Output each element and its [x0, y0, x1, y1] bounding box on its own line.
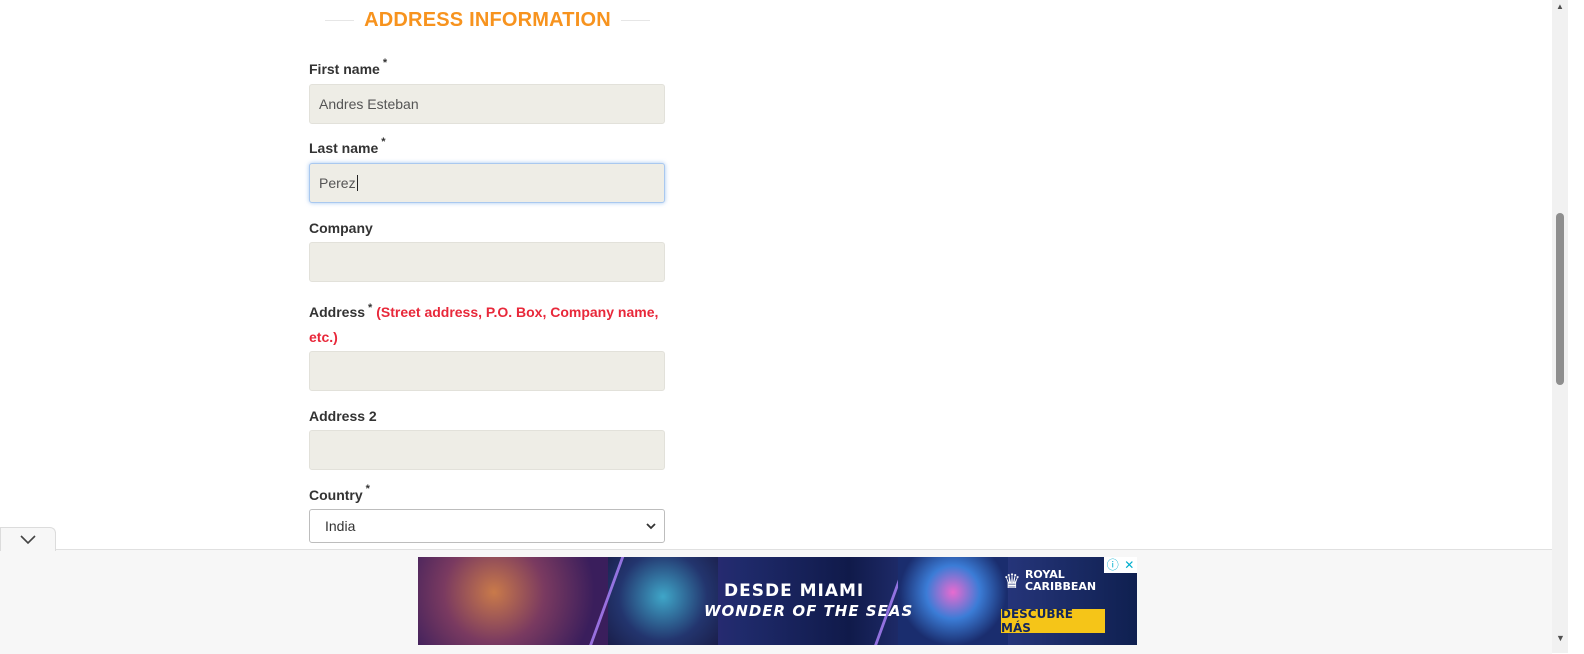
scrollbar-thumb[interactable]: [1556, 213, 1564, 385]
close-icon[interactable]: ✕: [1124, 559, 1134, 571]
ad-cta-button[interactable]: DESCUBRE MÁS: [1001, 607, 1105, 635]
first-name-label: First name *: [309, 57, 388, 77]
required-mark: *: [368, 302, 373, 314]
ad-image-people: [418, 557, 608, 645]
required-mark: *: [381, 136, 386, 148]
ad-image-child: [608, 557, 718, 645]
address2-input[interactable]: [309, 430, 665, 470]
required-mark: *: [365, 483, 370, 495]
address2-label: Address 2: [309, 408, 377, 424]
section-title: ADDRESS INFORMATION: [364, 8, 611, 31]
ad-choices: ⓘ ✕: [1104, 557, 1137, 573]
scroll-down-arrow-icon[interactable]: ▼: [1556, 633, 1565, 643]
first-name-value: Andres Esteban: [319, 96, 419, 112]
ad-headline: DESDE MIAMI: [724, 581, 865, 601]
scroll-up-arrow-icon[interactable]: ▲: [1556, 2, 1564, 11]
chevron-down-icon: [646, 522, 656, 529]
page: ADDRESS INFORMATION First name * Andres E…: [0, 0, 1568, 654]
last-name-label: Last name *: [309, 136, 386, 156]
company-label: Company: [309, 220, 373, 236]
crown-icon: ♛: [1003, 569, 1021, 593]
ad-collapse-button[interactable]: [0, 527, 56, 551]
country-label: Country *: [309, 483, 370, 503]
company-input[interactable]: [309, 242, 665, 282]
last-name-value: Perez: [319, 175, 356, 191]
address-input[interactable]: [309, 351, 665, 391]
last-name-input[interactable]: Perez: [309, 163, 665, 203]
ad-banner[interactable]: DESDE MIAMI WONDER OF THE SEAS ♛ ROYAL CA…: [418, 557, 1137, 645]
chevron-down-icon: [20, 534, 36, 544]
section-heading: ADDRESS INFORMATION: [325, 2, 650, 38]
vertical-scrollbar[interactable]: ▲ ▼: [1552, 0, 1568, 653]
text-caret: [356, 175, 358, 191]
ad-brand-logo: ♛ ROYAL CARIBBEAN: [1003, 568, 1097, 593]
required-mark: *: [382, 57, 388, 69]
country-select[interactable]: India: [309, 509, 665, 543]
ad-image-ship: [898, 557, 1008, 645]
info-icon[interactable]: ⓘ: [1107, 559, 1119, 571]
country-selected-value: India: [325, 518, 356, 534]
address-label: Address * (Street address, P.O. Box, Comp…: [309, 302, 659, 345]
ad-subline: WONDER OF THE SEAS: [704, 602, 914, 620]
first-name-input[interactable]: Andres Esteban: [309, 84, 665, 124]
